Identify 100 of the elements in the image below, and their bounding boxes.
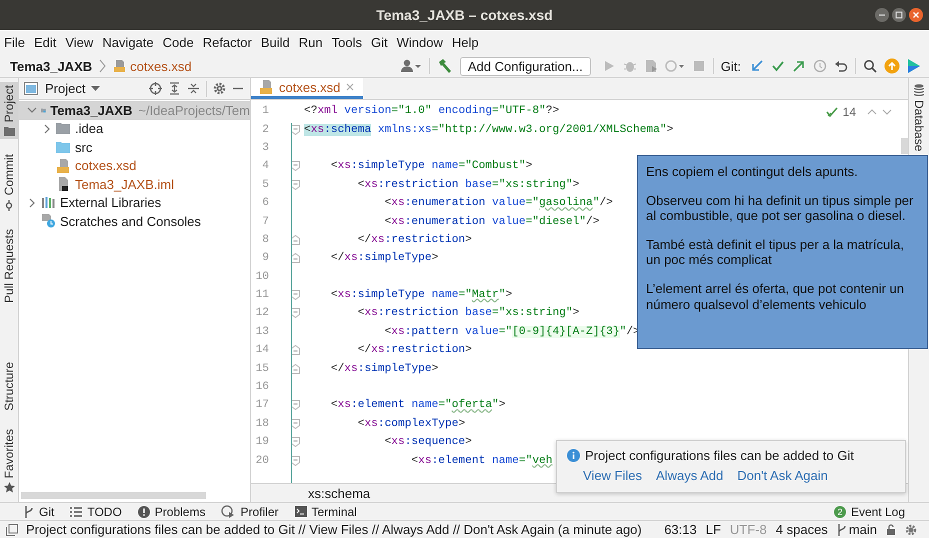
gear-icon[interactable] <box>213 82 226 95</box>
menu-item[interactable]: File <box>1 35 28 50</box>
tool-window-button[interactable]: Profiler <box>219 504 280 518</box>
tool-window-tab[interactable]: Favorites <box>0 426 18 496</box>
tree-item[interactable]: Tema3_JAXB ~/IdeaProjects/Tem <box>19 101 250 120</box>
code-line: <xs:simpleType name="Combust"> <box>330 160 532 172</box>
tool-window-button[interactable]: Problems <box>136 504 208 518</box>
cursor-position[interactable]: 63:13 <box>664 522 697 537</box>
bug-icon[interactable] <box>622 59 637 73</box>
notification-link[interactable]: Always Add <box>656 468 724 483</box>
clock-icon[interactable] <box>813 59 827 73</box>
collapse-all-icon[interactable] <box>187 82 200 95</box>
tool-window-tab[interactable]: Database <box>909 78 929 156</box>
update-arrow-icon[interactable] <box>750 59 764 73</box>
tool-window-tab[interactable]: Pull Requests <box>0 226 18 306</box>
locate-icon[interactable] <box>149 82 162 95</box>
warning-circle-icon <box>138 506 150 518</box>
menu-item[interactable]: Window <box>394 35 446 50</box>
line-separator[interactable]: LF <box>706 522 721 537</box>
xsd-file-icon <box>259 80 274 94</box>
code-line: <xs:simpleType name="Matr"> <box>330 289 512 302</box>
tool-window-button[interactable]: Terminal <box>292 504 359 518</box>
tree-item[interactable]: cotxes.xsd <box>19 156 250 175</box>
breadcrumb-file[interactable]: cotxes.xsd <box>130 58 192 74</box>
menu-item[interactable]: Code <box>160 35 197 50</box>
scratch-file-icon <box>41 214 56 228</box>
tool-window-button[interactable]: Git <box>22 504 56 518</box>
tree-item[interactable]: Tema3_JAXB.iml <box>19 175 250 194</box>
stop-icon[interactable] <box>692 59 706 73</box>
menu-item[interactable]: Build <box>258 35 293 50</box>
chevron-down-icon[interactable] <box>882 108 892 116</box>
line-number: 19 <box>254 436 270 448</box>
undo-icon[interactable] <box>834 59 848 73</box>
line-number: 12 <box>254 307 270 320</box>
status-message[interactable]: Project configurations files can be added to Git // View Files // Always Add // Don't Ask Again (a minute ago) <box>26 522 642 537</box>
tree-item[interactable]: .idea <box>19 120 250 138</box>
folder-icon <box>56 122 71 136</box>
inspection-check-icon[interactable] <box>826 106 838 118</box>
menu-item[interactable]: Git <box>368 35 391 50</box>
notification-link[interactable]: Don't Ask Again <box>737 468 828 483</box>
inspection-count[interactable]: 14 <box>842 105 856 119</box>
chevron-icon[interactable] <box>27 198 37 208</box>
notification-link[interactable]: View Files <box>583 468 642 483</box>
commit-icon <box>4 200 14 211</box>
gear-icon[interactable] <box>905 524 919 536</box>
line-number: 8 <box>261 234 270 246</box>
menu-item[interactable]: Tools <box>328 35 365 50</box>
code-line: </xs:restriction> <box>356 344 472 356</box>
user-icon[interactable] <box>400 58 422 74</box>
tree-item[interactable]: src <box>19 138 250 156</box>
menu-item[interactable]: View <box>62 35 96 50</box>
menu-item[interactable]: Refactor <box>200 35 255 50</box>
triangle-logo-icon[interactable] <box>907 58 921 74</box>
push-arrow-icon[interactable] <box>792 59 806 73</box>
tool-window-tab[interactable]: Project <box>0 82 18 140</box>
menu-item[interactable]: Edit <box>30 35 60 50</box>
code-line: <?xml version="1.0" encoding="UTF-8"?> <box>304 105 560 118</box>
tool-window-tab[interactable]: Commit <box>0 151 18 214</box>
coverage-icon[interactable] <box>644 59 658 73</box>
close-icon[interactable] <box>909 8 923 22</box>
chevron-icon <box>99 59 106 73</box>
count-badge: 2 <box>834 506 846 518</box>
profiler-icon[interactable] <box>664 59 685 73</box>
note-paragraph: Ens copiem el contingut dels apunts. <box>646 164 859 180</box>
scrollbar-thumb[interactable] <box>21 492 206 499</box>
breadcrumb-project[interactable]: Tema3_JAXB <box>10 58 92 74</box>
line-number: 15 <box>254 362 270 375</box>
star-icon <box>4 482 14 493</box>
breadcrumb[interactable]: xs:schema <box>308 486 370 500</box>
minimize-icon[interactable] <box>875 8 889 22</box>
tool-window-button[interactable]: TODO <box>68 504 124 518</box>
update-circle-icon[interactable] <box>884 58 900 74</box>
scrollbar-thumb[interactable] <box>901 138 908 154</box>
menu-item[interactable]: Run <box>296 35 326 50</box>
git-branch[interactable]: main <box>848 522 877 537</box>
code-line: <xs:complexType> <box>356 418 466 430</box>
line-number: 14 <box>254 344 270 356</box>
maximize-icon[interactable] <box>892 8 906 22</box>
chevron-up-icon[interactable] <box>867 108 877 116</box>
tree-item[interactable]: External Libraries <box>19 194 250 212</box>
notification-message: Project configurations files can be added to Git <box>585 448 854 463</box>
menu-item[interactable]: Help <box>448 35 482 50</box>
menu-item[interactable]: Navigate <box>99 35 157 50</box>
line-number: 20 <box>254 454 270 467</box>
checkmark-icon[interactable] <box>771 59 785 73</box>
indent-setting[interactable]: 4 spaces <box>776 522 828 537</box>
tree-item[interactable]: Scratches and Consoles <box>19 212 250 230</box>
editor-tab[interactable]: cotxes.xsd <box>251 78 364 99</box>
caret-icon[interactable] <box>91 86 100 92</box>
event-log-button[interactable]: 2 Event Log <box>832 504 907 518</box>
tool-window-tab[interactable]: Structure <box>0 358 18 414</box>
chevron-icon[interactable] <box>42 124 52 134</box>
chevron-icon[interactable] <box>27 105 37 116</box>
lock-icon[interactable] <box>886 524 896 535</box>
panel-title[interactable]: Project <box>45 81 86 96</box>
add-configuration-button[interactable]: Add Configuration... <box>460 56 591 76</box>
window-icon[interactable] <box>6 524 18 536</box>
folder-icon <box>4 126 14 136</box>
expand-all-icon[interactable] <box>168 82 181 95</box>
search-icon[interactable] <box>863 59 877 73</box>
